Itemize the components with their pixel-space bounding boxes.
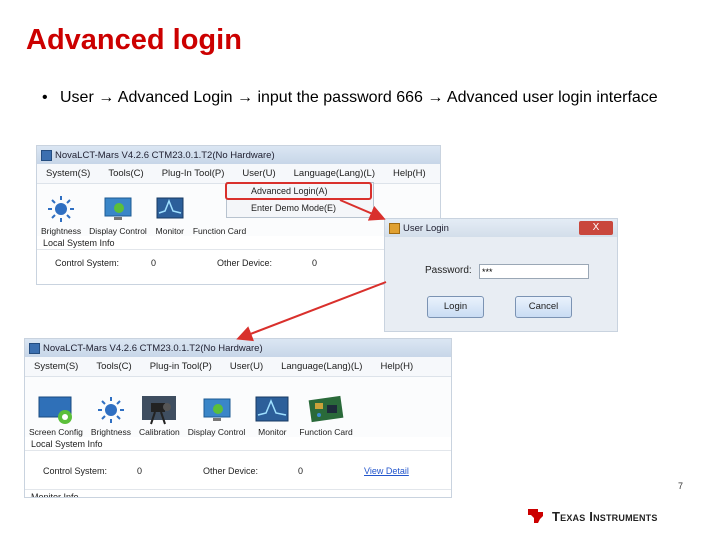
menu-plugin-tool[interactable]: Plug-In Tool(P) bbox=[153, 168, 234, 179]
menu-tools[interactable]: Tools(C) bbox=[99, 168, 152, 179]
tool-monitor[interactable]: Monitor bbox=[253, 395, 291, 437]
toolbar: Screen Config Brightness Calibration Dis… bbox=[25, 377, 451, 437]
control-system-label: Control System: bbox=[55, 258, 120, 268]
menu-plugin-tool[interactable]: Plug-in Tool(P) bbox=[141, 361, 221, 372]
tool-label: Function Card bbox=[299, 427, 353, 437]
user-login-dialog: User Login X Password: Login Cancel bbox=[384, 218, 618, 332]
menu-help[interactable]: Help(H) bbox=[384, 168, 435, 179]
screen-config-icon bbox=[36, 395, 76, 425]
control-system-value: 0 bbox=[151, 258, 157, 268]
tool-display-control[interactable]: Display Control bbox=[89, 194, 147, 236]
bullet-point: • User → Advanced Login → input the pass… bbox=[42, 87, 662, 108]
menu-bar: System(S) Tools(C) Plug-In Tool(P) User(… bbox=[37, 164, 440, 184]
brightness-icon bbox=[96, 395, 126, 425]
brightness-icon bbox=[46, 194, 76, 224]
novalct-window-advanced: NovaLCT-Mars V4.2.6 CTM23.0.1.T2(No Hard… bbox=[24, 338, 452, 498]
tool-display-control[interactable]: Display Control bbox=[187, 395, 246, 437]
password-label: Password: bbox=[425, 265, 472, 276]
info-row: Control System: 0 Other Device: 0 bbox=[37, 250, 440, 270]
menu-enter-demo-mode[interactable]: Enter Demo Mode(E) bbox=[227, 200, 373, 217]
tool-label: Screen Config bbox=[29, 427, 83, 437]
local-system-info-label: Local System Info bbox=[37, 236, 440, 250]
monitor-icon bbox=[253, 395, 291, 425]
window-title: NovaLCT-Mars V4.2.6 CTM23.0.1.T2(No Hard… bbox=[55, 149, 275, 161]
menu-system[interactable]: System(S) bbox=[37, 168, 99, 179]
ti-logo-icon bbox=[528, 509, 543, 523]
display-control-icon bbox=[103, 194, 133, 224]
monitor-info-label: Monitor Info bbox=[25, 489, 451, 497]
tool-label: Monitor bbox=[258, 427, 287, 437]
window-title: NovaLCT-Mars V4.2.6 CTM23.0.1.T2(No Hard… bbox=[43, 342, 263, 354]
display-control-icon bbox=[202, 395, 232, 425]
tool-brightness[interactable]: Brightness bbox=[41, 194, 81, 236]
local-system-info-label: Local System Info bbox=[25, 437, 451, 451]
password-input[interactable] bbox=[479, 264, 589, 279]
tool-label: Function Card bbox=[192, 226, 247, 236]
other-device-value: 0 bbox=[298, 466, 304, 476]
tool-label: Display Control bbox=[89, 226, 147, 236]
tool-label: Brightness bbox=[41, 226, 82, 236]
tool-label: Display Control bbox=[187, 427, 246, 437]
window-titlebar: NovaLCT-Mars V4.2.6 CTM23.0.1.T2(No Hard… bbox=[25, 339, 451, 357]
ti-logo-text: Texas Instruments bbox=[552, 508, 658, 524]
tool-label: Monitor bbox=[155, 226, 184, 236]
other-device-value: 0 bbox=[312, 258, 318, 268]
ti-logo: Texas Instruments bbox=[526, 506, 658, 526]
tool-monitor[interactable]: Monitor bbox=[155, 194, 185, 236]
calibration-icon bbox=[140, 395, 178, 425]
cancel-button[interactable]: Cancel bbox=[515, 296, 572, 318]
function-card-icon bbox=[306, 395, 346, 425]
close-button[interactable]: X bbox=[579, 221, 613, 235]
other-device-label: Other Device: bbox=[203, 466, 259, 476]
menu-language[interactable]: Language(Lang)(L) bbox=[285, 168, 384, 179]
bullet-text: User → Advanced Login → input the passwo… bbox=[60, 89, 658, 106]
app-icon bbox=[41, 149, 52, 161]
novalct-window-main: NovaLCT-Mars V4.2.6 CTM23.0.1.T2(No Hard… bbox=[36, 145, 441, 285]
info-row: Control System: 0 Other Device: 0 View D… bbox=[25, 451, 451, 479]
dialog-title: User Login bbox=[403, 222, 449, 234]
login-button[interactable]: Login bbox=[427, 296, 484, 318]
control-system-label: Control System: bbox=[43, 466, 108, 476]
monitor-icon bbox=[155, 194, 185, 224]
tool-brightness[interactable]: Brightness bbox=[91, 395, 131, 437]
tool-calibration[interactable]: Calibration bbox=[139, 395, 180, 437]
view-detail-link[interactable]: View Detail bbox=[364, 466, 409, 476]
tool-screen-config[interactable]: Screen Config bbox=[29, 395, 83, 437]
menu-system[interactable]: System(S) bbox=[25, 361, 87, 372]
tool-label: Brightness bbox=[90, 427, 132, 437]
control-system-value: 0 bbox=[137, 466, 143, 476]
menu-language[interactable]: Language(Lang)(L) bbox=[272, 361, 371, 372]
slide-title: Advanced login bbox=[26, 24, 242, 56]
arrow-to-advanced-window bbox=[236, 281, 387, 342]
app-icon bbox=[389, 222, 400, 234]
window-titlebar: NovaLCT-Mars V4.2.6 CTM23.0.1.T2(No Hard… bbox=[37, 146, 440, 164]
menu-help[interactable]: Help(H) bbox=[371, 361, 422, 372]
menu-tools[interactable]: Tools(C) bbox=[87, 361, 140, 372]
tool-label: Calibration bbox=[139, 427, 180, 437]
other-device-label: Other Device: bbox=[217, 258, 273, 268]
tool-function-card[interactable]: Function Card bbox=[299, 395, 353, 437]
highlight-box bbox=[225, 182, 372, 200]
app-icon bbox=[29, 342, 40, 354]
menu-user[interactable]: User(U) bbox=[233, 168, 284, 179]
dialog-titlebar: User Login X bbox=[385, 219, 617, 237]
menu-user[interactable]: User(U) bbox=[221, 361, 272, 372]
menu-bar: System(S) Tools(C) Plug-in Tool(P) User(… bbox=[25, 357, 451, 377]
bullet-dot: • bbox=[42, 89, 48, 106]
page-number: 7 bbox=[678, 481, 684, 491]
